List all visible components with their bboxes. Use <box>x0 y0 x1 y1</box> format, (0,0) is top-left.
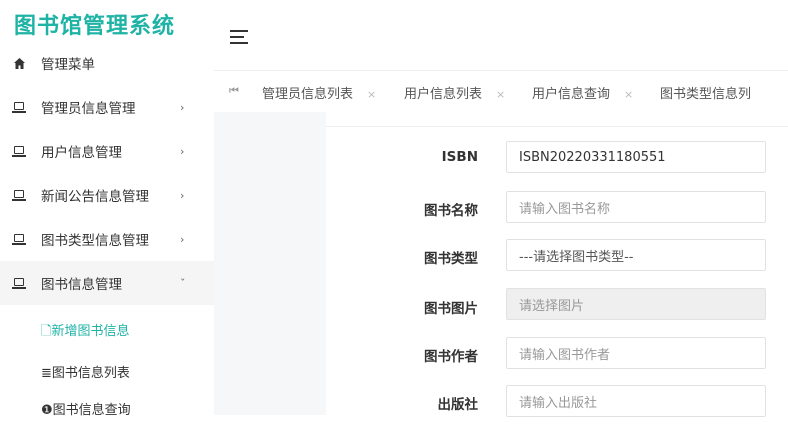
laptop-icon <box>12 100 26 114</box>
book-name-label: 图书名称 <box>424 203 478 219</box>
sidebar-subitem-label: ≣图书信息列表 <box>41 365 130 381</box>
menu-toggle-icon[interactable] <box>230 30 248 48</box>
publisher-label: 出版社 <box>437 397 479 413</box>
sidebar-item-news[interactable]: 新闻公告信息管理 › <box>0 173 214 217</box>
laptop-icon <box>12 276 26 290</box>
isbn-field[interactable]: ISBN20220331180551 <box>506 141 766 173</box>
sidebar-subitem-book-query[interactable]: ❶图书信息查询 <box>0 389 214 427</box>
chevron-down-icon: ˇ <box>180 276 186 290</box>
tab-admin-list[interactable]: 管理员信息列表 × <box>262 83 376 102</box>
book-image-label: 图书图片 <box>424 301 478 317</box>
tab-first-icon[interactable]: ⏮ <box>229 84 239 98</box>
book-author-label: 图书作者 <box>424 349 478 365</box>
book-type-select[interactable]: ---请选择图书类型-- <box>506 239 766 271</box>
chevron-right-icon: › <box>180 144 185 158</box>
sidebar-item-label: 新闻公告信息管理 <box>41 189 149 205</box>
close-icon[interactable]: × <box>624 88 633 101</box>
publisher-input[interactable]: 请输入出版社 <box>506 385 766 417</box>
laptop-icon <box>12 232 26 246</box>
laptop-icon <box>12 144 26 158</box>
book-name-input[interactable]: 请输入图书名称 <box>506 191 766 223</box>
close-icon[interactable]: × <box>367 88 376 101</box>
sidebar-item-label: 管理员信息管理 <box>41 101 136 117</box>
sidebar-item-label: 图书类型信息管理 <box>41 233 149 249</box>
home-icon <box>12 56 26 70</box>
book-type-label: 图书类型 <box>424 251 478 267</box>
tab-label: 管理员信息列表 <box>262 87 354 102</box>
chevron-right-icon: › <box>180 188 185 202</box>
laptop-icon <box>12 188 26 202</box>
tab-label: 用户信息查询 <box>532 87 611 102</box>
sidebar-subitem-book-list[interactable]: ≣图书信息列表 <box>0 352 214 390</box>
content-left-strip <box>214 112 326 415</box>
chevron-right-icon: › <box>180 100 185 114</box>
tab-user-query[interactable]: 用户信息查询 × <box>532 83 633 102</box>
book-author-input[interactable]: 请输入图书作者 <box>506 337 766 369</box>
sidebar-item-menu[interactable]: 管理菜单 <box>0 41 214 85</box>
close-icon[interactable]: × <box>496 88 505 101</box>
tab-bar: ⏮ 管理员信息列表 × 用户信息列表 × 用户信息查询 × 图书类型信息列 <box>214 70 788 114</box>
divider <box>326 126 788 127</box>
isbn-label: ISBN <box>441 149 478 165</box>
app-title: 图书馆管理系统 <box>14 14 176 39</box>
tab-book-type-list[interactable]: 图书类型信息列 <box>660 83 751 102</box>
sidebar: 图书馆管理系统 管理菜单 管理员信息管理 › 用户信息管理 › 新闻公告信息管理… <box>0 0 217 418</box>
sidebar-item-admin[interactable]: 管理员信息管理 › <box>0 85 214 129</box>
tab-user-list[interactable]: 用户信息列表 × <box>404 83 505 102</box>
sidebar-item-label: 管理菜单 <box>41 57 95 73</box>
sidebar-item-label: 用户信息管理 <box>41 145 122 161</box>
sidebar-item-users[interactable]: 用户信息管理 › <box>0 129 214 173</box>
sidebar-item-label: 图书信息管理 <box>41 277 122 293</box>
chevron-right-icon: › <box>180 232 185 246</box>
sidebar-item-book-types[interactable]: 图书类型信息管理 › <box>0 217 214 261</box>
main-content: ISBN ISBN20220331180551 图书名称 请输入图书名称 图书类… <box>214 112 788 417</box>
book-image-picker[interactable]: 请选择图片 <box>506 288 766 320</box>
tab-label: 图书类型信息列 <box>660 87 752 102</box>
sidebar-item-books[interactable]: 图书信息管理 ˇ <box>0 261 217 305</box>
sidebar-subitem-label: 🗋新增图书信息 <box>41 324 130 339</box>
sidebar-subitem-add-book[interactable]: 🗋新增图书信息 <box>0 313 214 351</box>
tab-label: 用户信息列表 <box>404 87 483 102</box>
